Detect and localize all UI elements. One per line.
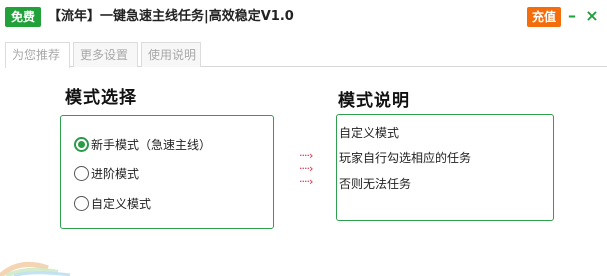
arrow-right-icon: ····› xyxy=(299,162,313,175)
mode-option-label: 新手模式（急速主线） xyxy=(90,135,236,155)
description-line: 玩家自行勾选相应的任务 xyxy=(339,147,551,169)
mode-description-panel: 自定义模式 玩家自行勾选相应的任务 否则无法任务 xyxy=(336,114,554,221)
tab-more-settings[interactable]: 更多设置 xyxy=(73,42,138,67)
close-icon[interactable]: × xyxy=(584,6,600,26)
arrow-right-icon: ····› xyxy=(299,175,313,188)
tab-instructions[interactable]: 使用说明 xyxy=(141,42,201,67)
radio-checked-icon[interactable] xyxy=(74,137,89,152)
radio-unchecked-icon[interactable] xyxy=(74,166,89,181)
title-bar: 免费 【流年】一键急速主线任务|高效稳定V1.0 充值 – × xyxy=(0,0,607,34)
minimize-icon[interactable]: – xyxy=(564,6,580,26)
recharge-button[interactable]: 充值 xyxy=(527,7,561,27)
mode-select-title: 模式选择 xyxy=(61,86,141,110)
tab-bar: 为您推荐 更多设置 使用说明 xyxy=(5,42,607,68)
mode-option-label: 进阶模式 xyxy=(90,164,238,184)
free-badge: 免费 xyxy=(5,7,41,27)
description-line: 自定义模式 xyxy=(339,122,551,144)
arrow-right-icon: ····› xyxy=(299,149,313,162)
window-title: 【流年】一键急速主线任务|高效稳定V1.0 xyxy=(48,9,294,24)
mode-option-label: 自定义模式 xyxy=(90,194,170,214)
decorative-swirl-icon xyxy=(0,261,71,276)
mode-description-title: 模式说明 xyxy=(334,89,414,113)
radio-unchecked-icon[interactable] xyxy=(74,196,89,211)
description-line: 否则无法任务 xyxy=(339,173,551,195)
tab-recommended[interactable]: 为您推荐 xyxy=(5,42,70,68)
mode-select-panel: 新手模式（急速主线） 进阶模式 自定义模式 xyxy=(60,115,274,229)
